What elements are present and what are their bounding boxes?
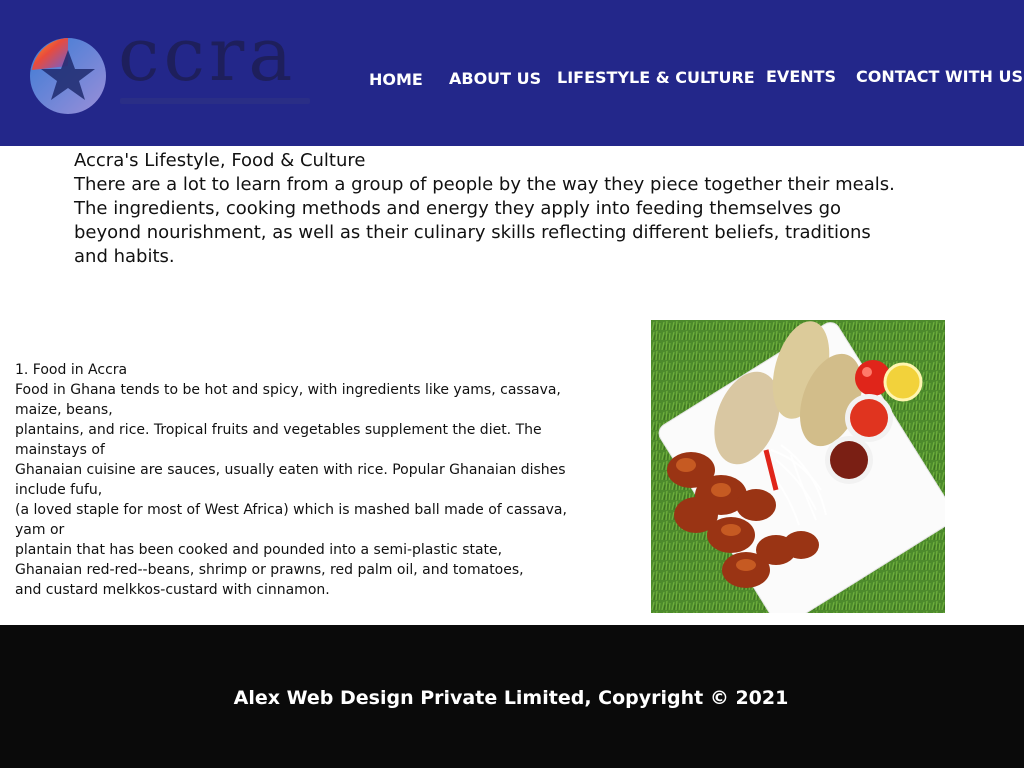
food-text-line: Food in Ghana tends to be hot and spicy,… [15,382,561,418]
nav-home[interactable]: HOME [369,70,423,89]
nav-events[interactable]: EVENTS [766,67,836,86]
intro-title: Accra's Lifestyle, Food & Culture [74,150,366,171]
intro-paragraph-1: There are a lot to learn from a group of… [74,174,895,195]
food-text-line: plantain that has been cooked and pounde… [15,542,503,558]
food-text-line: Ghanaian red-red--beans, shrimp or prawn… [15,562,524,578]
food-section-heading: 1. Food in Accra [15,362,128,378]
food-text-line: Ghanaian cuisine are sauces, usually eat… [15,462,566,498]
intro-paragraph-2: The ingredients, cooking methods and ene… [74,198,871,267]
footer-copyright: Alex Web Design Private Limited, Copyrig… [233,687,789,709]
food-section-text: 1. Food in Accra Food in Ghana tends to … [15,360,575,600]
nav-about-us[interactable]: ABOUT US [449,69,541,88]
food-text-line: and custard melkkos-custard with cinnamo… [15,582,330,598]
intro-section: Accra's Lifestyle, Food & Culture There … [74,149,904,269]
food-text-line: (a loved staple for most of West Africa)… [15,502,567,538]
site-footer: Alex Web Design Private Limited, Copyrig… [0,625,1024,768]
nav-lifestyle-culture[interactable]: LIFESTYLE & CULTURE [557,68,755,87]
food-text-line: plantains, and rice. Tropical fruits and… [15,422,542,458]
main-nav: HOME ABOUT US LIFESTYLE & CULTURE EVENTS… [0,0,1024,146]
nav-contact-with-us[interactable]: CONTACT WITH US [856,67,1023,86]
food-platter-image [651,320,945,613]
site-header: ccra HOME ABOUT US LIFESTYLE & CULTURE E… [0,0,1024,146]
